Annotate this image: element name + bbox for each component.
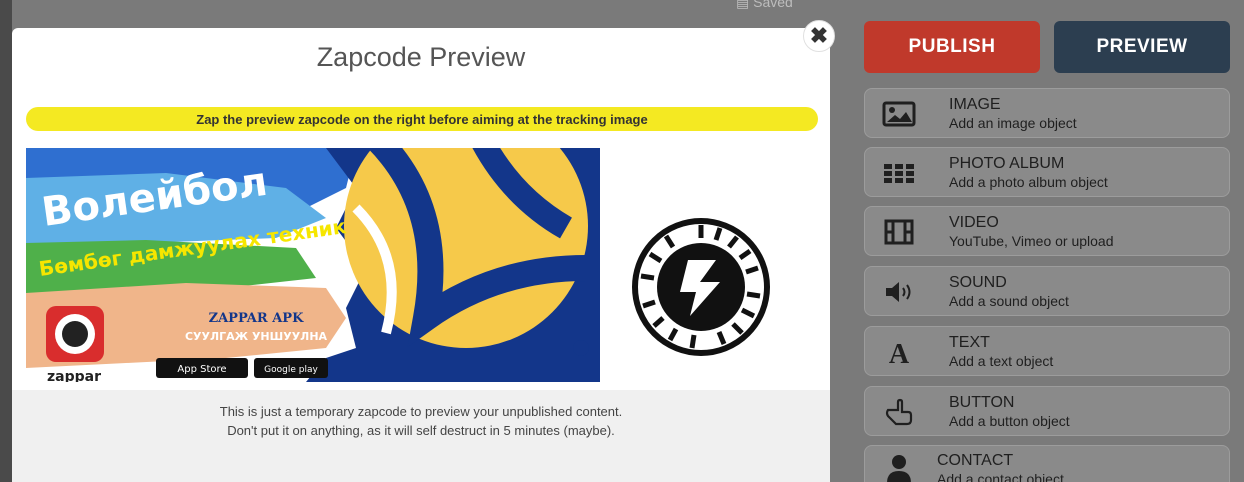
object-subtitle: Add a contact object <box>937 471 1064 482</box>
person-icon <box>881 454 917 482</box>
app-subtitle: СУУЛГАЖ УНШУУЛНА <box>185 330 328 343</box>
zapcode-preview-modal: Zapcode Preview Zap the preview zapcode … <box>12 28 830 482</box>
app-store-label: App Store <box>177 364 226 375</box>
tracking-image: Волейбол Бөмбөг дамжуулах техник zappar … <box>26 148 600 382</box>
saved-icon: ▤ <box>736 0 750 10</box>
speaker-icon <box>881 278 917 306</box>
object-panel: PUBLISH PREVIEW IMAGE Add an image objec… <box>856 0 1244 482</box>
add-text-button[interactable]: A TEXT Add a text object <box>864 326 1230 376</box>
add-image-button[interactable]: IMAGE Add an image object <box>864 88 1230 138</box>
object-title: SOUND <box>949 274 1007 291</box>
object-subtitle: Add an image object <box>949 115 1077 131</box>
film-icon <box>881 218 917 246</box>
add-sound-button[interactable]: SOUND Add a sound object <box>864 266 1230 316</box>
object-subtitle: Add a text object <box>949 353 1054 369</box>
object-subtitle: Add a sound object <box>949 293 1069 309</box>
svg-text:A: A <box>889 339 910 366</box>
saved-label: Saved <box>753 0 793 10</box>
text-icon: A <box>881 338 917 366</box>
zappar-logo-text: zappar <box>47 369 101 382</box>
publish-button[interactable]: PUBLISH <box>864 21 1040 73</box>
preview-button[interactable]: PREVIEW <box>1054 21 1230 73</box>
google-play-label: Google play <box>264 365 318 375</box>
instruction-banner: Zap the preview zapcode on the right bef… <box>26 107 818 131</box>
object-title: BUTTON <box>949 394 1015 411</box>
object-title: VIDEO <box>949 214 999 231</box>
add-button-button[interactable]: BUTTON Add a button object <box>864 386 1230 436</box>
zapcode-image <box>630 216 772 358</box>
object-subtitle: Add a photo album object <box>949 174 1108 190</box>
saved-status: ▤ Saved <box>736 0 793 11</box>
close-icon[interactable]: ✖ <box>803 20 835 52</box>
object-subtitle: YouTube, Vimeo or upload <box>949 233 1114 249</box>
backdrop-edge <box>0 0 12 482</box>
image-icon <box>881 100 917 128</box>
footer-notice-line-2: Don't put it on anything, as it will sel… <box>227 423 615 438</box>
object-title: IMAGE <box>949 96 1001 113</box>
grid-icon <box>881 159 917 187</box>
object-title: CONTACT <box>937 452 1014 469</box>
add-contact-button[interactable]: CONTACT Add a contact object <box>864 445 1230 482</box>
modal-title: Zapcode Preview <box>316 42 526 72</box>
tracking-image-artwork: Волейбол Бөмбөг дамжуулах техник zappar … <box>26 148 600 382</box>
footer-notice-line-1: This is just a temporary zapcode to prev… <box>219 404 623 419</box>
object-title: PHOTO ALBUM <box>949 155 1065 172</box>
add-video-button[interactable]: VIDEO YouTube, Vimeo or upload <box>864 206 1230 256</box>
pointer-hand-icon <box>881 398 917 426</box>
object-title: TEXT <box>949 334 990 351</box>
object-subtitle: Add a button object <box>949 413 1070 429</box>
app-title: ZAPPAR APK <box>209 311 304 326</box>
add-photo-album-button[interactable]: PHOTO ALBUM Add a photo album object <box>864 147 1230 197</box>
modal-footer: This is just a temporary zapcode to prev… <box>12 390 830 482</box>
